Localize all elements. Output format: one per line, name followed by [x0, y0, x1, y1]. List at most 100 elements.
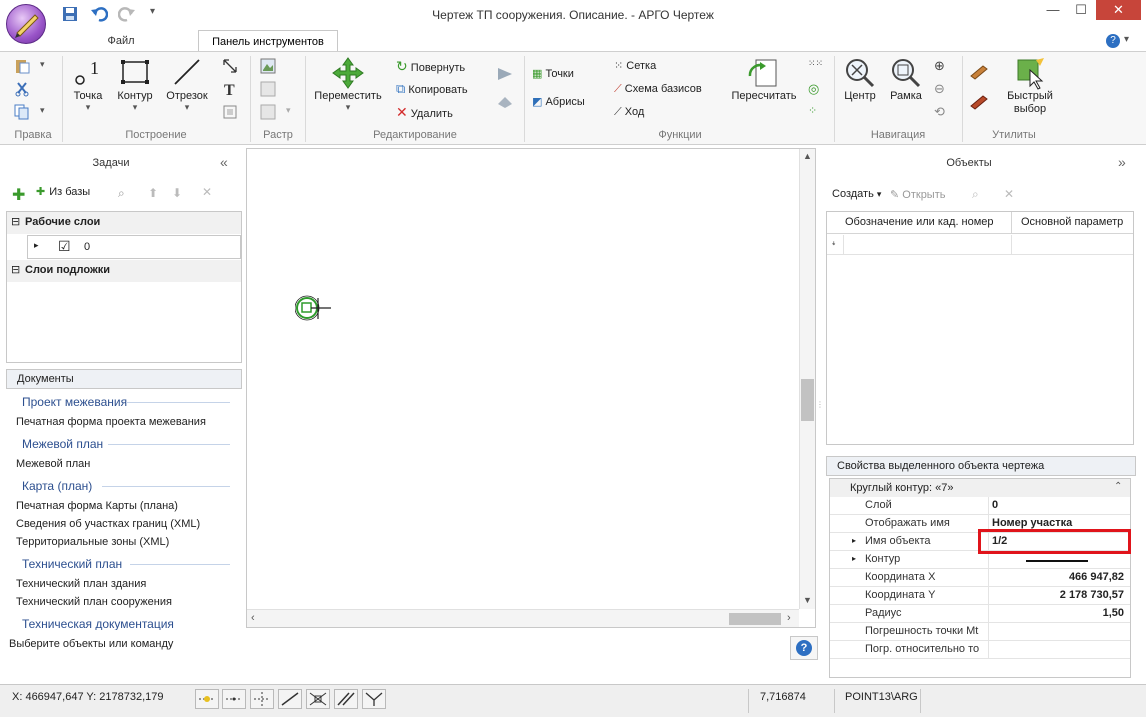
ruler-icon[interactable] — [970, 64, 988, 80]
points-scatter-icon[interactable]: ⁘ — [808, 104, 817, 117]
remove-layer-icon[interactable]: ✕ — [202, 185, 212, 199]
save-icon[interactable] — [62, 6, 78, 22]
maximize-button[interactable]: ☐ — [1068, 2, 1094, 20]
open-button[interactable]: ✎ Открыть — [890, 188, 945, 201]
copy-object-button[interactable]: ⧉ Копировать — [396, 79, 468, 99]
vertical-scroll-thumb[interactable] — [801, 379, 814, 421]
stretch-icon[interactable] — [496, 94, 514, 110]
mirror-icon[interactable] — [496, 66, 514, 82]
redo-icon[interactable] — [118, 6, 136, 22]
help-dropdown-icon[interactable]: ▾ — [1124, 34, 1129, 45]
command-help-button[interactable]: ? — [790, 636, 818, 660]
move-up-icon[interactable]: ⬆ — [148, 186, 158, 200]
scroll-down-icon[interactable]: ▼ — [803, 595, 812, 605]
raster-load-icon[interactable] — [260, 58, 276, 74]
tab-toolbar[interactable]: Панель инструментов — [198, 30, 338, 52]
quick-access-dropdown-icon[interactable]: ▾ — [150, 6, 155, 17]
column-header[interactable]: Основной параметр — [1021, 216, 1123, 228]
property-row[interactable]: Погр. относительно то — [830, 641, 1130, 659]
raster-dropdown-icon[interactable]: ▾ — [286, 105, 291, 116]
find-object-icon[interactable]: ⌕ — [972, 187, 979, 202]
filter-row[interactable]: ⍖ — [827, 235, 1133, 255]
recalc-button[interactable]: Пересчитать — [724, 56, 804, 102]
protractor-icon[interactable] — [970, 94, 988, 110]
drawing-canvas[interactable]: ▲ ▼ ‹ › — [246, 148, 816, 628]
segment-button[interactable]: Отрезок ▾ — [162, 56, 212, 113]
copy-icon[interactable] — [14, 104, 30, 120]
doc-link[interactable]: Межевой план — [16, 458, 90, 470]
snap-intersection-toggle[interactable] — [306, 689, 330, 709]
horizontal-scroll-thumb[interactable] — [729, 613, 781, 625]
doc-link[interactable]: Технический план сооружения — [16, 596, 172, 608]
collapse-icon[interactable]: ⊟ — [11, 215, 20, 228]
scheme-button[interactable]: ⟋ Схема базисов — [614, 79, 702, 99]
tab-file[interactable]: Файл — [88, 30, 154, 52]
app-menu-orb[interactable] — [6, 4, 46, 44]
point-button[interactable]: 1 Точка ▾ — [66, 56, 110, 113]
zoom-previous-icon[interactable]: ⟲ — [934, 104, 945, 120]
layer-row[interactable]: ▸ ☑ 0 — [27, 235, 241, 259]
doc-link[interactable]: Технический план здания — [16, 578, 146, 590]
block-icon[interactable] — [222, 104, 238, 120]
doc-link[interactable]: Территориальные зоны (XML) — [16, 536, 169, 548]
object-snap-icon[interactable]: ◎ — [808, 81, 819, 97]
snap-perpendicular-toggle[interactable] — [362, 689, 386, 709]
paste-icon[interactable] — [14, 58, 30, 74]
property-row[interactable]: Слой 0 — [830, 497, 1130, 515]
scroll-left-icon[interactable]: ‹ — [251, 612, 255, 624]
doc-link[interactable]: Печатная форма проекта межевания — [16, 416, 206, 428]
underlay-layers-row[interactable]: ⊟ Слои подложки — [7, 260, 241, 282]
working-layers-row[interactable]: ⊟ Рабочие слои — [7, 212, 241, 234]
snap-midpoint-toggle[interactable] — [222, 689, 246, 709]
delete-button[interactable]: ✕ Удалить — [396, 102, 453, 122]
property-row[interactable]: Координата Y2 178 730,57 — [830, 587, 1130, 605]
raster-transform-icon[interactable] — [260, 104, 276, 120]
collapse-icon[interactable]: ⊟ — [11, 263, 20, 276]
snap-cross-toggle[interactable] — [250, 689, 274, 709]
abrisy-button[interactable]: ◩ Абрисы — [532, 92, 585, 112]
contour-button[interactable]: Контур ▾ — [112, 56, 158, 113]
zoom-in-icon[interactable]: ⊕ — [934, 58, 945, 74]
points-button[interactable]: ▦ Точки — [532, 64, 574, 84]
traverse-button[interactable]: ⟋ Ход — [614, 102, 644, 122]
minimize-button[interactable]: — — [1040, 2, 1066, 20]
help-icon[interactable]: ? — [1106, 34, 1120, 48]
property-row[interactable]: Координата X 466 947,82 — [830, 569, 1130, 587]
raster-bind-icon[interactable] — [260, 81, 276, 97]
paste-dropdown-icon[interactable]: ▾ — [40, 59, 45, 70]
circle-contour-object[interactable] — [295, 295, 335, 325]
copy-dropdown-icon[interactable]: ▾ — [40, 105, 45, 116]
doc-link[interactable]: Печатная форма Карты (плана) — [16, 500, 178, 512]
rotate-button[interactable]: ↻ Повернуть — [396, 56, 465, 76]
snap-line-toggle[interactable] — [278, 689, 302, 709]
horizontal-scrollbar[interactable]: ‹ › — [247, 609, 799, 627]
find-icon[interactable]: ⌕ — [118, 186, 125, 201]
grid-button[interactable]: ⁙ Сетка — [614, 56, 656, 76]
dimension-icon[interactable] — [222, 58, 238, 74]
property-row[interactable]: Радиус 1,50 — [830, 605, 1130, 623]
create-button[interactable]: Создать ▾ — [832, 188, 881, 200]
numbering-icon[interactable]: ⁙⁙ — [808, 58, 823, 69]
zoom-out-icon[interactable]: ⊖ — [934, 81, 945, 97]
splitter-grip[interactable]: ⋮ — [816, 400, 824, 420]
collapse-left-icon[interactable]: « — [220, 154, 228, 170]
undo-icon[interactable] — [90, 6, 108, 22]
doc-link[interactable]: Сведения об участках границ (XML) — [16, 518, 200, 530]
move-down-icon[interactable]: ⬇ — [172, 186, 182, 200]
frame-button[interactable]: Рамка — [884, 56, 928, 102]
expand-icon[interactable]: ▸ — [852, 536, 856, 545]
text-icon[interactable]: T — [222, 81, 238, 97]
column-header[interactable]: Обозначение или кад. номер — [845, 216, 994, 228]
from-base-button[interactable]: ✚ Из базы — [36, 185, 90, 198]
close-button[interactable]: ✕ — [1096, 0, 1141, 20]
cut-icon[interactable] — [14, 81, 30, 97]
expand-icon[interactable]: ▸ — [852, 554, 856, 563]
snap-endpoint-toggle[interactable] — [195, 689, 219, 709]
scroll-up-icon[interactable]: ▲ — [803, 151, 812, 161]
collapse-up-icon[interactable]: ⌃ — [1114, 481, 1122, 492]
quick-select-button[interactable]: Быстрый выбор — [1000, 56, 1060, 116]
center-button[interactable]: Центр — [838, 56, 882, 102]
delete-object-icon[interactable]: ✕ — [1004, 187, 1014, 201]
layer-visible-checkbox[interactable]: ☑ — [58, 238, 71, 255]
collapse-right-icon[interactable]: » — [1118, 154, 1126, 170]
